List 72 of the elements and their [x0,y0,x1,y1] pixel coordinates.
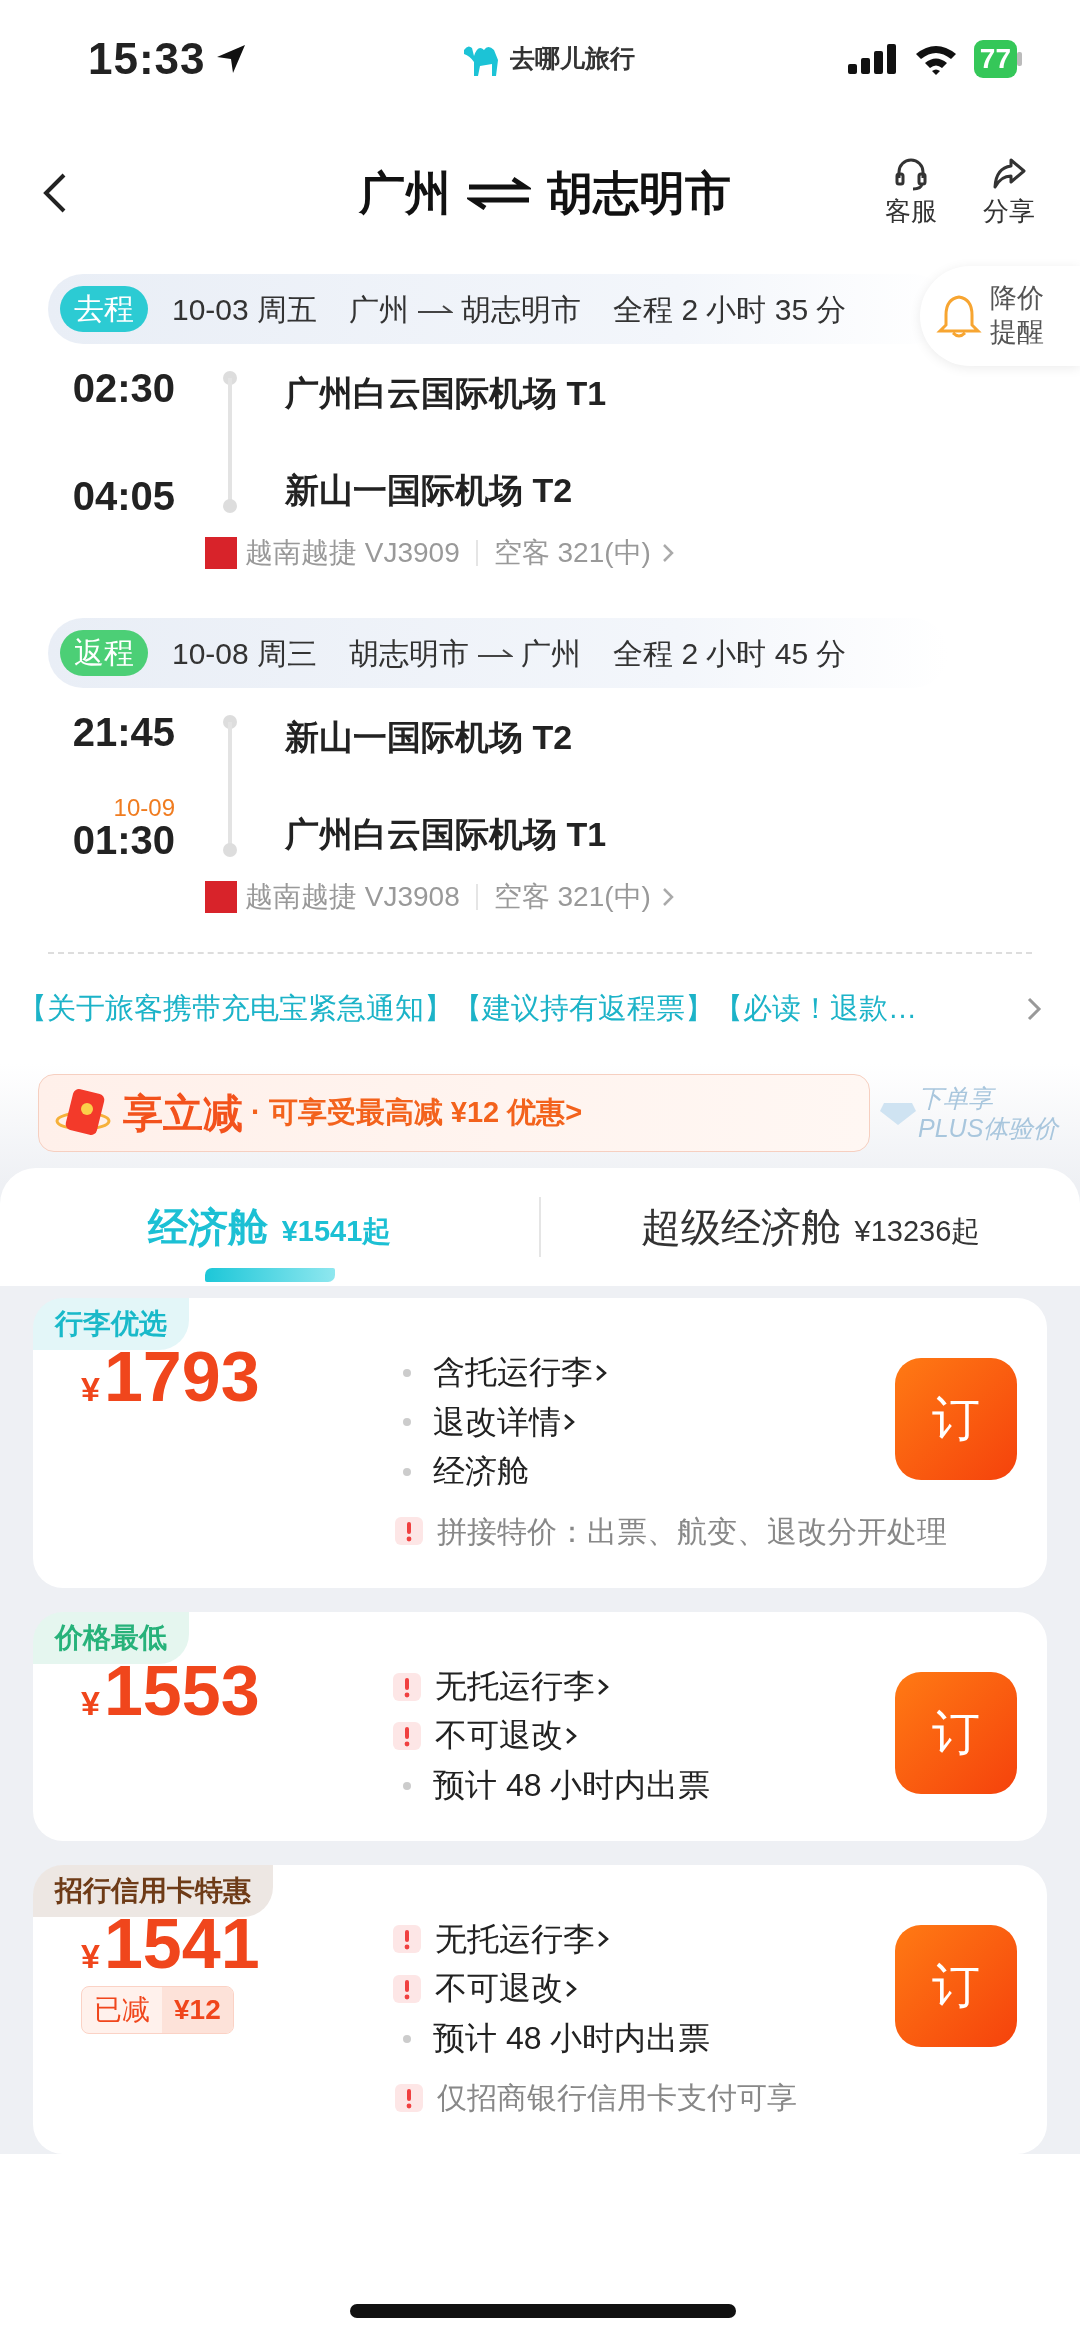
currency-symbol: ¥ [81,1682,100,1724]
share-button[interactable]: 分享 [968,155,1050,231]
arrival-time: 01:30 [71,820,175,860]
fare-tag: 行李优选 [33,1298,189,1350]
bell-icon [936,293,982,339]
warning-icon [395,1517,423,1546]
warning-icon [393,1722,421,1751]
feature-text: 预计 48 小时内出票 [433,2018,711,2058]
warning-icon [393,1925,421,1954]
battery-level: 77 [973,40,1017,78]
bullet-icon [403,1418,411,1427]
airline-logo-icon [205,537,237,569]
departure-time: 21:45 [71,712,175,752]
discount-badge: 已减 ¥12 [81,1985,234,2034]
bullet-icon [403,1781,411,1790]
feature-link[interactable]: 含托运行李 [433,1352,593,1394]
plus-price-label: 下单享 [918,1083,1059,1113]
feature-text: 预计 48 小时内出票 [433,1765,711,1805]
plus-price-label: PLUS体验价 [918,1113,1059,1143]
currency-symbol: ¥ [81,1369,100,1410]
timeline-icon [222,368,238,516]
feature-link[interactable]: 退改详情 [433,1401,561,1444]
aircraft-type: 空客 321(中) [493,536,651,570]
flight-duration: 全程 2 小时 45 分 [613,635,847,672]
warning-icon [395,2083,423,2112]
promo-title: 享立减 [123,1090,243,1137]
timeline-icon [222,712,238,860]
fare-tag: 招行信用卡特惠 [33,1864,273,1917]
segment-tag: 去程 [60,286,148,332]
warning-icon [393,1974,421,2003]
fare-note: 仅招商银行信用卡支付可享 [437,2080,797,2117]
feature-link[interactable]: 无托运行李 [435,1918,595,1961]
warning-icon [393,1672,421,1701]
bullet-icon [403,2034,411,2043]
arrival-time: 04:05 [71,476,175,516]
flight-duration: 全程 2 小时 35 分 [613,291,847,328]
route-destination: 广州 [521,635,582,672]
route-origin: 广州 [349,291,410,328]
cabin-tab[interactable]: 超级经济舱 ¥13236起 [541,1168,1080,1286]
customer-service-button[interactable]: 客服 [870,155,952,231]
signal-icon [847,42,898,76]
arrival-airport: 广州白云国际机场 T1 [285,814,607,855]
departure-airport: 新山一国际机场 T2 [285,717,574,758]
clock-time: 15:33 [88,33,206,85]
feature-text: 经济舱 [433,1452,529,1492]
route-origin: 胡志明市 [349,635,470,672]
destination-city: 胡志明市 [547,165,731,221]
departure-time: 02:30 [71,368,175,408]
fare-tag: 价格最低 [33,1611,189,1664]
airline-logo-icon [205,881,237,913]
fare-note: 拼接特价：出票、航变、退改分开处理 [437,1513,947,1550]
bullet-icon [403,1368,411,1377]
origin-city: 广州 [359,165,451,221]
feature-link[interactable]: 无托运行李 [435,1665,595,1708]
app-name: 去哪儿旅行 [510,43,636,75]
airline-flight: 越南越捷 VJ3908 [245,880,460,914]
price-alert-button[interactable]: 降价提醒 [920,266,1080,366]
arrival-date: 10-09 [113,796,175,820]
feature-link[interactable]: 不可退改 [435,1715,563,1757]
airline-flight: 越南越捷 VJ3909 [245,536,460,570]
promo-text: · 可享受最高减 ¥12 优惠> [251,1095,583,1131]
flight-date: 10-08 周三 [172,635,318,672]
departure-airport: 广州白云国际机场 T1 [285,373,607,414]
feature-link[interactable]: 不可退改 [435,1968,563,2010]
aircraft-type: 空客 321(中) [493,880,651,914]
battery-tip-icon [1017,52,1022,66]
arrival-airport: 新山一国际机场 T2 [285,470,574,511]
bullet-icon [403,1468,411,1476]
flight-date: 10-03 周五 [172,291,318,328]
route-destination: 胡志明市 [461,291,582,328]
segment-tag: 返程 [60,630,148,676]
currency-symbol: ¥ [81,1935,100,1977]
